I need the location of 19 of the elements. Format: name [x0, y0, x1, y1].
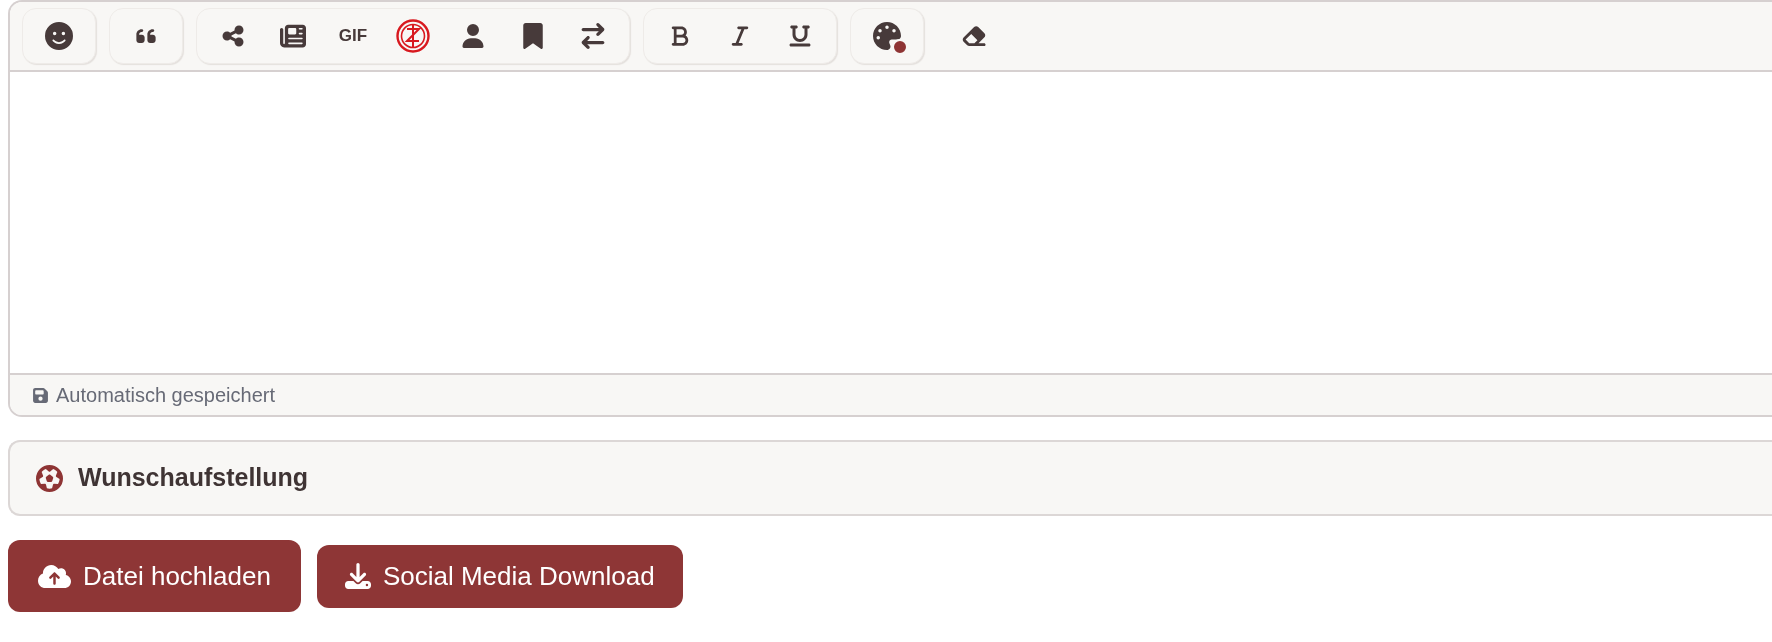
underline-icon: [788, 24, 812, 48]
bookmark-icon: [520, 23, 546, 49]
person-icon: [461, 24, 485, 48]
palette-icon: [873, 22, 901, 50]
share-icon: [221, 24, 245, 48]
download-icon: [344, 563, 371, 589]
smiley-icon: [45, 22, 73, 50]
section-panel[interactable]: Wunschaufstellung: [8, 440, 1772, 516]
bold-icon: [669, 25, 691, 47]
eraser-icon: [961, 23, 987, 49]
crest-icon: [396, 19, 430, 53]
upload-button[interactable]: Datei hochladen: [8, 540, 301, 612]
gif-button[interactable]: GIF: [323, 9, 383, 63]
swap-arrows-icon: [580, 23, 606, 49]
autosave-status: Automatisch gespeichert: [56, 383, 275, 408]
italic-icon: [729, 25, 751, 47]
download-button[interactable]: Social Media Download: [316, 544, 683, 608]
newspaper-icon: [280, 23, 306, 49]
section-title: Wunschaufstellung: [78, 462, 309, 494]
